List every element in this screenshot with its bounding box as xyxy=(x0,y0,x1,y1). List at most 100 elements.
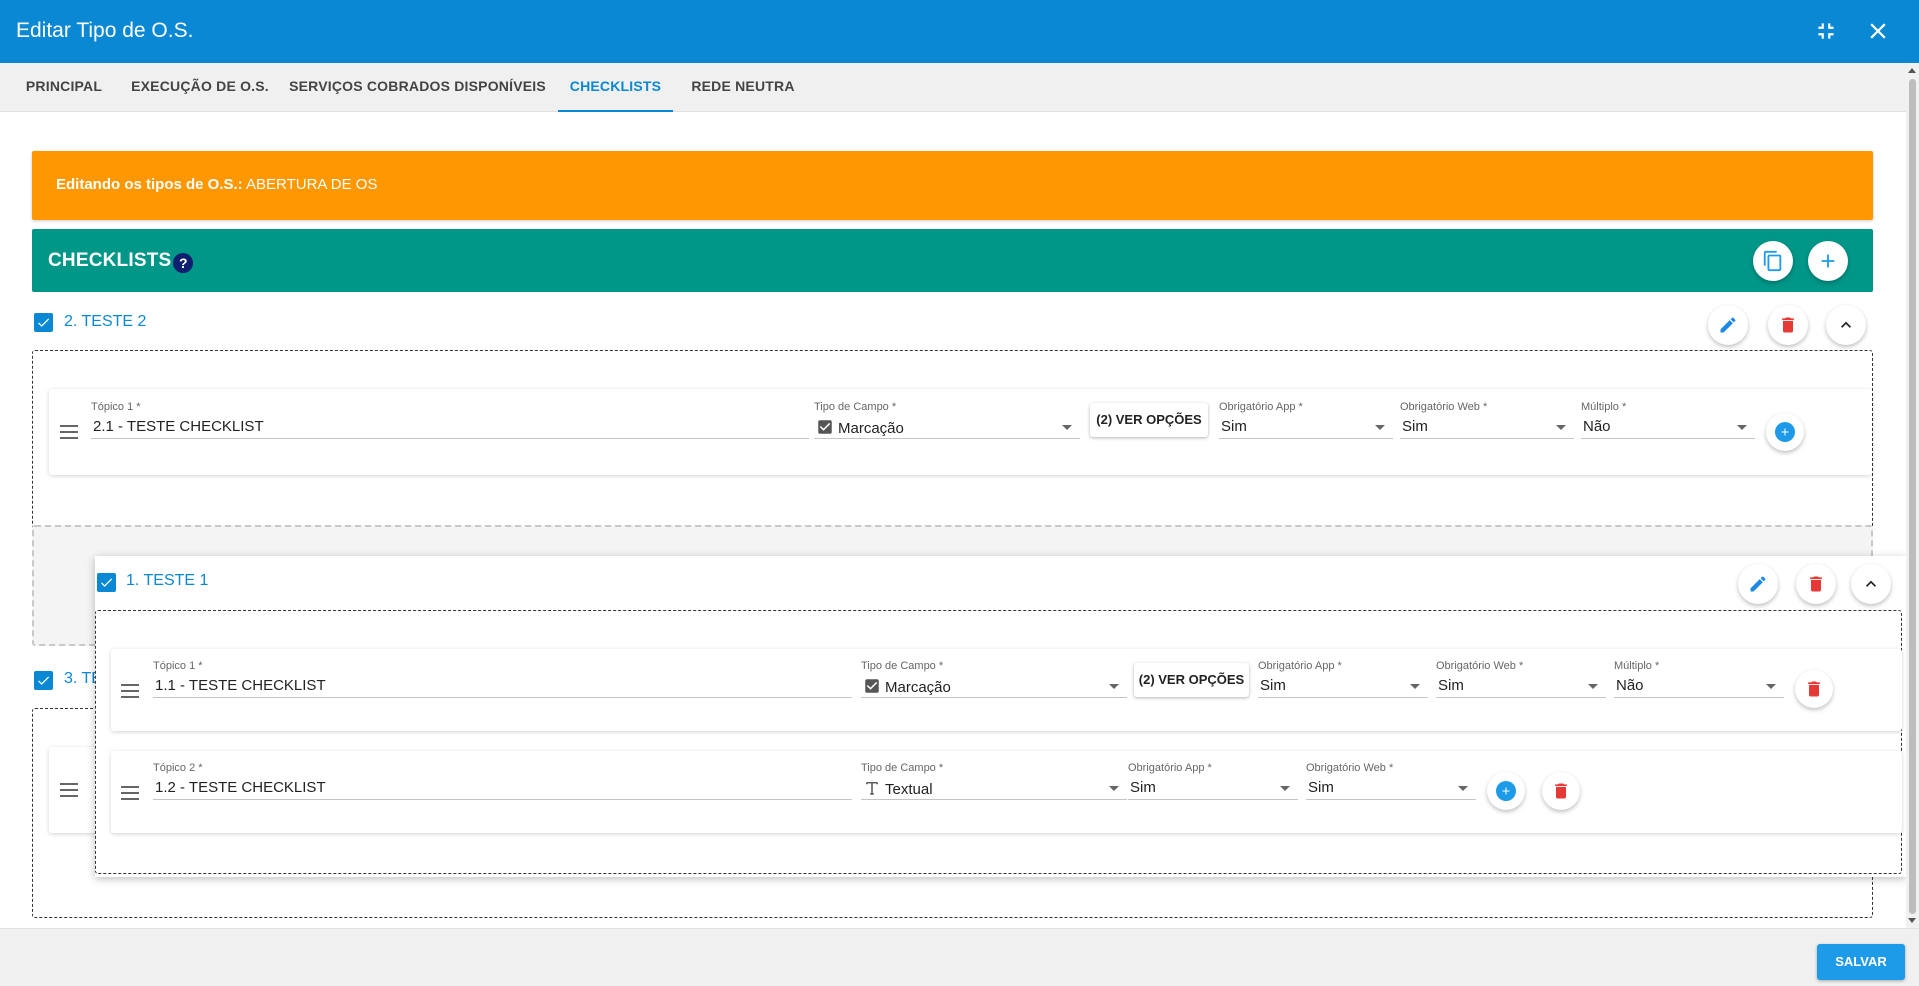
tab-checklists[interactable]: CHECKLISTS xyxy=(558,63,673,112)
add-option-button[interactable] xyxy=(1487,772,1525,810)
text-format-icon xyxy=(866,782,878,795)
plus-icon xyxy=(1781,428,1789,436)
required-app-label: Obrigatório App * xyxy=(1258,660,1342,672)
topic-row: Tópico 1 * 1.1 - TESTE CHECKLIST Tipo de… xyxy=(111,649,1902,731)
checkbox-icon xyxy=(865,679,879,693)
copy-checklist-button[interactable] xyxy=(1753,241,1793,281)
add-checklist-button[interactable] xyxy=(1808,241,1848,281)
group-checkbox-teste-3[interactable] xyxy=(34,671,53,690)
copy-icon xyxy=(1763,250,1782,272)
trash-icon xyxy=(1782,317,1794,333)
field-type-label: Tipo de Campo * xyxy=(814,401,897,413)
field-type-value: Textual xyxy=(885,781,933,798)
checklists-header: CHECKLISTS? xyxy=(32,229,1873,292)
trash-icon xyxy=(1810,576,1822,592)
pencil-icon xyxy=(1720,317,1736,333)
vertical-scrollbar[interactable] xyxy=(1906,63,1919,928)
compress-icon[interactable] xyxy=(1813,18,1839,44)
required-web-label: Obrigatório Web * xyxy=(1400,401,1488,413)
group-checkbox-teste-2[interactable] xyxy=(34,313,53,332)
collapse-group-button[interactable] xyxy=(1826,305,1866,345)
checkbox-icon xyxy=(818,420,832,434)
drag-handle-icon[interactable] xyxy=(121,786,139,800)
dialog-title-bar: Editar Tipo de O.S. xyxy=(0,0,1919,63)
save-button[interactable]: SALVAR xyxy=(1817,944,1905,980)
topic-input[interactable]: Tópico 2 * 1.2 - TESTE CHECKLIST xyxy=(153,762,852,800)
topic-row: Tópico 2 * 1.2 - TESTE CHECKLIST Tipo de… xyxy=(111,751,1902,833)
delete-topic-button[interactable] xyxy=(1795,670,1833,708)
add-option-button[interactable] xyxy=(1766,413,1804,451)
topic-label: Tópico 1 * xyxy=(91,401,141,413)
required-web-value: Sim xyxy=(1308,779,1334,796)
dragging-group-panel[interactable]: 1. TESTE 1 Tópico 1 * 1.1 - TESTE CHECKL… xyxy=(95,556,1906,877)
required-web-label: Obrigatório Web * xyxy=(1436,660,1524,672)
required-web-select[interactable]: Obrigatório Web * Sim xyxy=(1436,660,1606,698)
pencil-icon xyxy=(1750,576,1766,592)
trash-icon xyxy=(1555,783,1567,799)
trash-icon xyxy=(1808,681,1820,697)
topic-value: 1.1 - TESTE CHECKLIST xyxy=(155,677,326,694)
editing-banner: Editando os tipos de O.S.: ABERTURA DE O… xyxy=(32,151,1873,220)
multiple-value: Não xyxy=(1616,677,1644,694)
help-icon[interactable]: ? xyxy=(173,253,194,273)
tab-rede-neutra[interactable]: REDE NEUTRA xyxy=(683,63,803,112)
chevron-up-icon xyxy=(1841,321,1851,328)
scroll-up-icon[interactable] xyxy=(1908,68,1916,73)
chevron-up-icon xyxy=(1866,580,1876,587)
edit-group-button[interactable] xyxy=(1738,564,1778,604)
banner-value: ABERTURA DE OS xyxy=(246,176,378,193)
multiple-select[interactable]: Múltiplo * Não xyxy=(1614,660,1784,698)
field-type-value: Marcação xyxy=(885,679,951,696)
drag-handle-icon[interactable] xyxy=(60,783,78,797)
collapse-group-button[interactable] xyxy=(1851,564,1891,604)
topic-value: 1.2 - TESTE CHECKLIST xyxy=(155,779,326,796)
topic-row: Tópico 1 * 2.1 - TESTE CHECKLIST Tipo de… xyxy=(49,389,1872,475)
required-app-label: Obrigatório App * xyxy=(1219,401,1303,413)
field-type-select[interactable]: Tipo de Campo * Marcação xyxy=(861,660,1127,698)
checklists-title: CHECKLISTS xyxy=(48,250,172,271)
drag-handle-icon[interactable] xyxy=(60,425,78,439)
tab-servicos[interactable]: SERVIÇOS COBRADOS DISPONÍVEIS xyxy=(285,63,550,112)
topic-label: Tópico 2 * xyxy=(153,762,203,774)
dialog-footer: SALVAR xyxy=(0,928,1919,986)
tab-principal[interactable]: PRINCIPAL xyxy=(12,63,116,112)
dialog-title: Editar Tipo de O.S. xyxy=(16,19,194,42)
banner-prefix: Editando os tipos de O.S.: xyxy=(56,176,243,193)
drag-handle-icon[interactable] xyxy=(121,684,139,698)
group-checkbox-teste-1[interactable] xyxy=(97,573,116,592)
topic-value: 2.1 - TESTE CHECKLIST xyxy=(93,418,264,435)
required-web-select[interactable]: Obrigatório Web * Sim xyxy=(1400,401,1574,439)
field-type-select[interactable]: Tipo de Campo * Marcação xyxy=(814,401,1080,439)
delete-topic-button[interactable] xyxy=(1542,772,1580,810)
required-app-select[interactable]: Obrigatório App * Sim xyxy=(1258,660,1428,698)
required-app-select[interactable]: Obrigatório App * Sim xyxy=(1128,762,1298,800)
required-app-select[interactable]: Obrigatório App * Sim xyxy=(1219,401,1393,439)
delete-group-button[interactable] xyxy=(1796,564,1836,604)
tab-bar: PRINCIPAL EXECUÇÃO DE O.S. SERVIÇOS COBR… xyxy=(0,63,1919,112)
view-options-button[interactable]: (2) VER OPÇÕES xyxy=(1090,403,1208,437)
field-type-select[interactable]: Tipo de Campo * Textual xyxy=(861,762,1127,800)
group-title-teste-1[interactable]: 1. TESTE 1 xyxy=(126,572,208,590)
required-web-select[interactable]: Obrigatório Web * Sim xyxy=(1306,762,1476,800)
required-app-value: Sim xyxy=(1221,418,1247,435)
scroll-down-icon[interactable] xyxy=(1908,918,1916,923)
plus-icon xyxy=(1821,254,1835,268)
required-web-value: Sim xyxy=(1402,418,1428,435)
scroll-thumb[interactable] xyxy=(1909,79,1916,914)
field-type-label: Tipo de Campo * xyxy=(861,762,944,774)
required-app-value: Sim xyxy=(1260,677,1286,694)
field-type-label: Tipo de Campo * xyxy=(861,660,944,672)
field-type-value: Marcação xyxy=(838,420,904,437)
required-web-label: Obrigatório Web * xyxy=(1306,762,1394,774)
group-title-teste-2[interactable]: 2. TESTE 2 xyxy=(64,313,146,331)
required-web-value: Sim xyxy=(1438,677,1464,694)
edit-group-button[interactable] xyxy=(1708,305,1748,345)
close-icon[interactable] xyxy=(1865,18,1891,44)
delete-group-button[interactable] xyxy=(1768,305,1808,345)
view-options-button[interactable]: (2) VER OPÇÕES xyxy=(1134,663,1249,697)
tab-execucao[interactable]: EXECUÇÃO DE O.S. xyxy=(126,63,274,112)
topic-input[interactable]: Tópico 1 * 2.1 - TESTE CHECKLIST xyxy=(91,401,809,439)
topic-input[interactable]: Tópico 1 * 1.1 - TESTE CHECKLIST xyxy=(153,660,852,698)
required-app-label: Obrigatório App * xyxy=(1128,762,1212,774)
multiple-select[interactable]: Múltiplo * Não xyxy=(1581,401,1755,439)
